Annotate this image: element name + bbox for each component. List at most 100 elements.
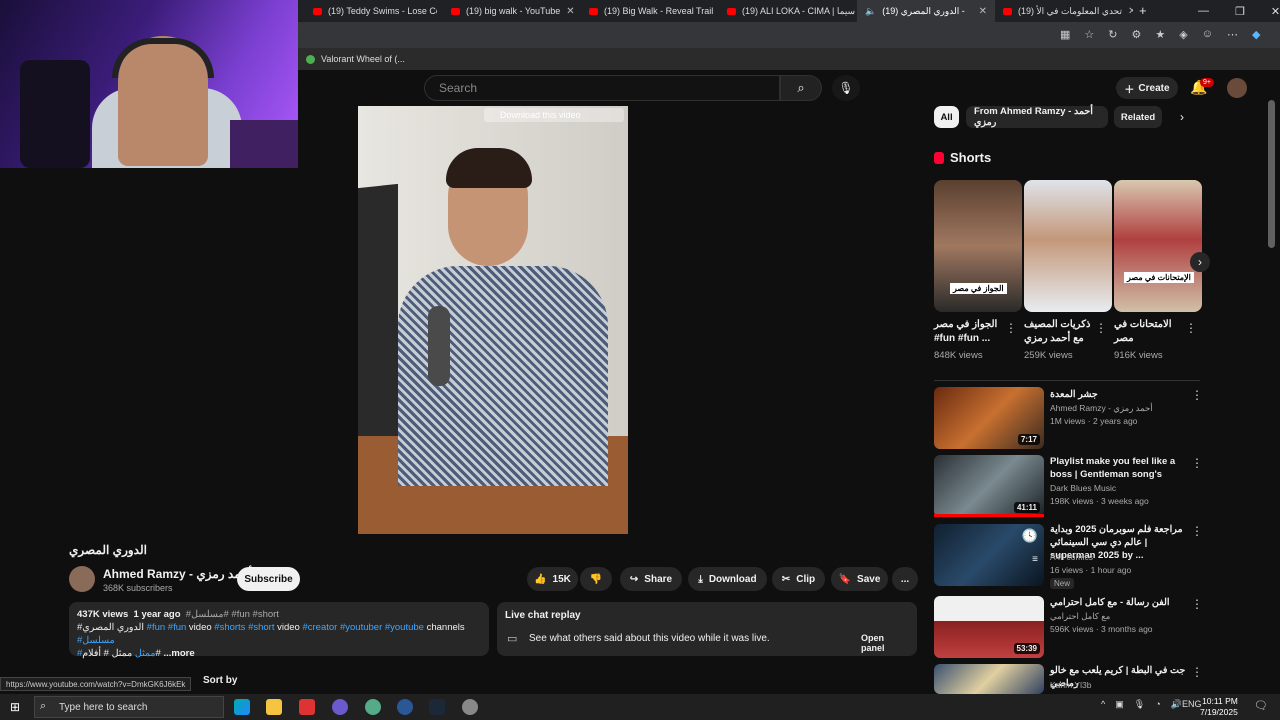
add-to-queue-icon[interactable]: ≡ bbox=[1032, 554, 1038, 565]
more-vert-icon[interactable]: ⋮ bbox=[1185, 321, 1197, 335]
like-button[interactable]: 👍 15K bbox=[527, 567, 578, 591]
close-icon[interactable]: ✕ bbox=[566, 6, 574, 17]
word-icon[interactable] bbox=[397, 699, 413, 715]
subscribe-button[interactable]: Subscribe bbox=[237, 567, 300, 591]
watch-later-icon[interactable]: 🕓 bbox=[1022, 528, 1038, 544]
extension-icon[interactable]: ⚙ bbox=[1132, 28, 1142, 41]
close-icon[interactable]: ✕ bbox=[979, 6, 987, 17]
video-thumbnail[interactable]: 🕓 ≡ bbox=[934, 524, 1044, 586]
hashtag-link[interactable]: #shorts #short bbox=[214, 622, 274, 633]
shorts-next-button[interactable]: › bbox=[1190, 252, 1210, 272]
browser-tab[interactable]: (19) big walk - YouTube ✕ bbox=[443, 0, 581, 22]
chip-all[interactable]: All bbox=[934, 106, 959, 128]
short-title[interactable]: ذكريات المصيف مع أحمد رمزي bbox=[1024, 318, 1094, 346]
video-player[interactable] bbox=[358, 106, 628, 534]
more-vert-icon[interactable]: ⋮ bbox=[1191, 524, 1203, 538]
more-vert-icon[interactable]: ⋮ bbox=[1191, 665, 1203, 679]
app-icon[interactable] bbox=[462, 699, 478, 715]
clip-button[interactable]: ✂ Clip bbox=[772, 567, 825, 591]
edge-icon[interactable] bbox=[234, 699, 250, 715]
steam-icon[interactable] bbox=[429, 699, 445, 715]
clock[interactable]: 10:11 PM 7/19/2025 bbox=[1200, 696, 1238, 718]
video-title[interactable]: Playlist make you feel like a boss | Gen… bbox=[1050, 455, 1188, 481]
voice-search-button[interactable]: 🎙 bbox=[832, 75, 860, 101]
dislike-button[interactable]: 👎 bbox=[580, 567, 612, 591]
more-vert-icon[interactable]: ⋮ bbox=[1191, 456, 1203, 470]
video-title[interactable]: الفن رسالة - مع كامل احترامي bbox=[1050, 596, 1188, 609]
short-title[interactable]: الامتحانات في مصر bbox=[1114, 318, 1184, 346]
short-thumbnail[interactable]: الإمتحانات في مصر bbox=[1114, 180, 1202, 312]
channel-name[interactable]: Dark Blues Music bbox=[1050, 482, 1190, 495]
create-button[interactable]: ＋ Create bbox=[1116, 77, 1178, 99]
browser-tab[interactable]: (19) Teddy Swims - Lose Co✕ bbox=[305, 0, 437, 22]
short-title[interactable]: الجواز في مصر #fun #fun ... bbox=[934, 318, 1004, 346]
windows-start-icon[interactable]: ⊞ bbox=[10, 700, 20, 714]
more-vert-icon[interactable]: ⋮ bbox=[1191, 388, 1203, 402]
chrome-icon[interactable] bbox=[365, 699, 381, 715]
save-button[interactable]: 🔖 Save bbox=[831, 567, 888, 591]
show-more-link[interactable]: ...more bbox=[163, 648, 194, 659]
share-button[interactable]: ↪ Share bbox=[620, 567, 682, 591]
avatar[interactable] bbox=[1227, 78, 1247, 98]
more-actions-button[interactable]: ... bbox=[892, 567, 918, 591]
new-tab-icon[interactable]: + bbox=[1139, 3, 1147, 18]
speaker-icon[interactable]: 🔈 bbox=[865, 6, 876, 17]
more-vert-icon[interactable]: ⋮ bbox=[1095, 321, 1107, 335]
more-icon[interactable]: ⋯ bbox=[1227, 28, 1238, 41]
app-icon[interactable] bbox=[299, 699, 315, 715]
hashtag-link[interactable]: #creator #youtuber #youtube bbox=[302, 622, 423, 633]
more-vert-icon[interactable]: ⋮ bbox=[1191, 597, 1203, 611]
channel-name[interactable]: Karim Yl3b bbox=[1050, 679, 1190, 692]
short-thumbnail[interactable] bbox=[1024, 180, 1112, 312]
favorites-icon[interactable]: ★ bbox=[1155, 28, 1165, 41]
shield-icon[interactable]: ◈ bbox=[1179, 28, 1187, 41]
browser-tab-active[interactable]: 🔈 (19) الدوري المصري - ✕ bbox=[857, 0, 995, 22]
short-thumbnail[interactable]: الجواز في مصر bbox=[934, 180, 1022, 312]
search-button[interactable]: ⌕ bbox=[780, 75, 822, 101]
download-video-overlay[interactable]: Download this video bbox=[484, 108, 624, 122]
chevron-right-icon[interactable]: › bbox=[1180, 110, 1184, 124]
video-thumbnail[interactable]: 53:39 bbox=[934, 596, 1044, 658]
chip-from-channel[interactable]: From Ahmed Ramzy - أحمد رمزي bbox=[966, 106, 1108, 128]
channel-avatar[interactable] bbox=[69, 566, 95, 592]
browser-tab[interactable]: (19) تحدي المعلومات في الأ ✕ bbox=[995, 0, 1133, 22]
refresh-icon[interactable]: ↻ bbox=[1108, 28, 1117, 41]
language-indicator[interactable]: ENG bbox=[1182, 699, 1202, 709]
channel-name[interactable]: مع كامل احترامي bbox=[1050, 610, 1190, 623]
channel-name[interactable]: A4li comics bbox=[1050, 551, 1190, 564]
sort-comments-button[interactable]: Sort by bbox=[203, 675, 237, 686]
description-box[interactable]: 437K views 1 year ago #مسلسل# #fun #shor… bbox=[69, 602, 489, 659]
minimize-icon[interactable]: — bbox=[1198, 5, 1209, 17]
star-icon[interactable]: ☆ bbox=[1084, 28, 1094, 41]
microphone-icon[interactable]: 🎙 bbox=[1134, 699, 1145, 710]
network-icon[interactable]: ▣ bbox=[1115, 699, 1124, 710]
video-thumbnail[interactable]: 7:17 bbox=[934, 387, 1044, 449]
open-panel-button[interactable]: Open panel bbox=[853, 630, 917, 656]
download-button[interactable]: ⤓ Download bbox=[688, 567, 767, 591]
browser-tab[interactable]: (19) Big Walk - Reveal Trail✕ bbox=[581, 0, 719, 22]
wifi-icon[interactable]: ◔ bbox=[1155, 699, 1160, 710]
chip-related[interactable]: Related bbox=[1114, 106, 1162, 128]
restore-icon[interactable]: ❐ bbox=[1235, 5, 1245, 18]
hashtag-link[interactable]: #مسلسل bbox=[77, 635, 115, 646]
apps-icon[interactable]: ▦ bbox=[1060, 28, 1070, 41]
scrollbar-thumb[interactable] bbox=[1268, 100, 1275, 248]
more-vert-icon[interactable]: ⋮ bbox=[1005, 321, 1017, 335]
channel-name[interactable]: Ahmed Ramzy - أحمد رمزي bbox=[103, 567, 252, 581]
chevron-up-icon[interactable]: ^ bbox=[1101, 699, 1105, 710]
volume-icon[interactable]: 🔊 bbox=[1171, 699, 1182, 710]
video-thumbnail[interactable] bbox=[934, 664, 1044, 694]
search-input[interactable]: Search bbox=[424, 75, 780, 101]
browser-tab[interactable]: (19) ALI LOKA - CIMA | سيما✕ bbox=[719, 0, 857, 22]
file-explorer-icon[interactable] bbox=[266, 699, 282, 715]
bookmark-item[interactable]: Valorant Wheel of (... bbox=[321, 54, 405, 64]
close-window-icon[interactable]: ✕ bbox=[1271, 5, 1280, 18]
hashtags[interactable]: #مسلسل# #fun #short bbox=[186, 609, 279, 620]
taskbar-search-input[interactable]: Type here to search bbox=[34, 696, 224, 718]
video-title[interactable]: جشر المعدة bbox=[1050, 388, 1188, 401]
notifications-icon[interactable]: 🗨 bbox=[1254, 699, 1268, 712]
discord-icon[interactable] bbox=[332, 699, 348, 715]
video-thumbnail[interactable]: 41:11 bbox=[934, 455, 1044, 517]
channel-name[interactable]: Ahmed Ramzy - أحمد رمزي bbox=[1050, 402, 1190, 415]
copilot-icon[interactable]: ◆ bbox=[1252, 28, 1260, 41]
